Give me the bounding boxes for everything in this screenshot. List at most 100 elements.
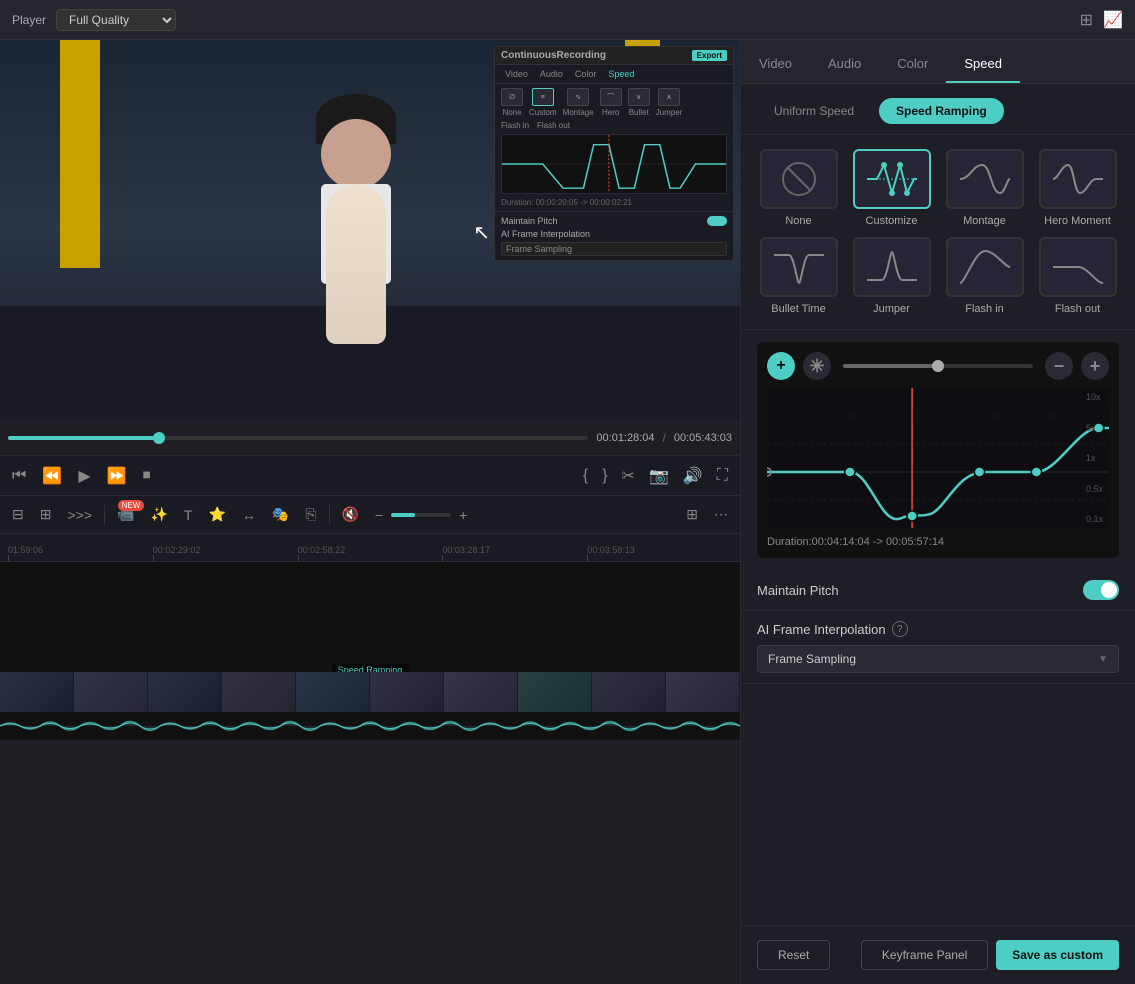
preset-flash-out[interactable]: Flash out bbox=[1036, 237, 1119, 315]
main-content: ↖ ContinuousRecording Export Video Audio… bbox=[0, 40, 1135, 984]
vol-plus-btn[interactable]: + bbox=[455, 505, 471, 525]
magnet-btn[interactable]: ⊟ bbox=[8, 504, 28, 525]
person-body bbox=[326, 184, 386, 344]
preset-montage[interactable]: Montage bbox=[943, 149, 1026, 227]
play-prev-frame-btn[interactable]: ⏪ bbox=[42, 466, 62, 486]
play-btn[interactable]: ▶ bbox=[78, 466, 90, 486]
timeline-tools: ⊟ ⊞ >>> 📹 NEW ✨ T ⭐ ↔ 🎭 ⎘ 🔇 − + bbox=[0, 496, 740, 534]
preset-icon-hero bbox=[1039, 149, 1117, 209]
tl-sep-1 bbox=[104, 505, 105, 525]
curve-duration: Duration:00:04:14:04 -> 00:05:57:14 bbox=[767, 536, 1109, 548]
mini-item-none[interactable]: ∅ None bbox=[501, 88, 523, 117]
preset-hero-moment[interactable]: Hero Moment bbox=[1036, 149, 1119, 227]
curve-area[interactable]: 10x 5x 1x 0.5x 0.1x bbox=[767, 388, 1109, 528]
volume-area: − + bbox=[371, 505, 471, 525]
zoom-out-btn[interactable]: − bbox=[1045, 352, 1073, 380]
split-btn[interactable]: ✂ bbox=[622, 466, 635, 486]
reset-button[interactable]: Reset bbox=[757, 940, 830, 970]
stop-btn[interactable]: ⏹ bbox=[143, 467, 151, 485]
curve-slider-fill bbox=[843, 364, 938, 368]
zoom-in-btn[interactable]: + bbox=[1081, 352, 1109, 380]
tab-video[interactable]: Video bbox=[741, 46, 810, 83]
track-thumb-5 bbox=[296, 672, 370, 712]
snowflake-btn[interactable]: ✳ bbox=[803, 352, 831, 380]
mini-item-bullet[interactable]: ∨ Bullet bbox=[628, 88, 650, 117]
copy-btn[interactable]: ⎘ bbox=[301, 504, 320, 525]
more-btn[interactable]: ⋯ bbox=[710, 504, 732, 525]
transition-btn[interactable]: ↔ bbox=[238, 505, 260, 525]
mark-in-btn[interactable]: { bbox=[583, 467, 588, 485]
keyframe-panel-button[interactable]: Keyframe Panel bbox=[861, 940, 988, 970]
mini-item-customize[interactable]: ≡ Custom bbox=[529, 88, 557, 117]
save-as-custom-button[interactable]: Save as custom bbox=[996, 940, 1119, 970]
mini-tab-audio[interactable]: Audio bbox=[536, 68, 567, 80]
grid-view-btn[interactable]: ⊞ bbox=[682, 504, 702, 525]
maintain-pitch-toggle[interactable] bbox=[1083, 580, 1119, 600]
person bbox=[296, 124, 416, 344]
speed-tab-ramping[interactable]: Speed Ramping bbox=[879, 98, 1004, 124]
mini-flash-items: Flash in Flash out bbox=[501, 121, 727, 130]
split-track-btn[interactable]: ⊞ bbox=[36, 504, 56, 525]
preset-icon-bullet bbox=[760, 237, 838, 297]
tab-color[interactable]: Color bbox=[879, 46, 946, 83]
info-icon[interactable]: ? bbox=[892, 621, 908, 637]
mini-export-btn[interactable]: Export bbox=[692, 50, 727, 61]
mini-tab-video[interactable]: Video bbox=[501, 68, 532, 80]
preset-none[interactable]: None bbox=[757, 149, 840, 227]
preset-customize[interactable]: Customize bbox=[850, 149, 933, 227]
mini-icon-jumper: ∧ bbox=[658, 88, 680, 106]
snapshot-btn[interactable]: 📷 bbox=[649, 466, 669, 486]
mini-frame-dropdown[interactable]: Frame Sampling bbox=[501, 242, 727, 256]
timeline-ruler: 01:59:06 00:02:29:02 00:02:58:22 00:03:2… bbox=[0, 534, 740, 562]
sticker-btn[interactable]: ⭐ bbox=[204, 504, 229, 525]
preset-bullet-time[interactable]: Bullet Time bbox=[757, 237, 840, 315]
preset-jumper[interactable]: Jumper bbox=[850, 237, 933, 315]
top-bar-icons: ⊞ 📈 bbox=[1080, 10, 1123, 30]
speed-tab-uniform[interactable]: Uniform Speed bbox=[757, 98, 871, 124]
mask-btn[interactable]: 🎭 bbox=[268, 504, 293, 525]
mini-item-hero[interactable]: ⌒ Hero bbox=[600, 88, 622, 117]
grid-icon[interactable]: ⊞ bbox=[1080, 10, 1093, 30]
tab-speed[interactable]: Speed bbox=[946, 46, 1020, 83]
mini-item-jumper[interactable]: ∧ Jumper bbox=[656, 88, 683, 117]
mini-toggle[interactable] bbox=[707, 216, 727, 226]
preset-flash-in[interactable]: Flash in bbox=[943, 237, 1026, 315]
tab-audio[interactable]: Audio bbox=[810, 46, 879, 83]
quality-select[interactable]: Full Quality Half Quality Quarter Qualit… bbox=[56, 9, 176, 31]
effects-btn[interactable]: ✨ bbox=[146, 504, 171, 525]
track-thumb-6 bbox=[370, 672, 444, 712]
left-panel: ↖ ContinuousRecording Export Video Audio… bbox=[0, 40, 740, 984]
ruler-tick-5 bbox=[587, 555, 588, 561]
play-next-frame-btn[interactable]: ⏩ bbox=[107, 466, 127, 486]
fullscreen-btn[interactable]: ⛶ bbox=[717, 467, 728, 485]
chart-icon[interactable]: 📈 bbox=[1103, 10, 1123, 30]
mark-out-btn[interactable]: } bbox=[602, 467, 607, 485]
mini-flash-in[interactable]: Flash in bbox=[501, 121, 529, 130]
mini-flash-out[interactable]: Flash out bbox=[537, 121, 570, 130]
add-keyframe-btn[interactable]: + bbox=[767, 352, 795, 380]
vol-minus-btn[interactable]: − bbox=[371, 505, 387, 525]
ruler-label-4: 00:03:28:17 bbox=[442, 545, 490, 555]
volume-slider[interactable] bbox=[391, 513, 451, 517]
total-time: 00:05:43:03 bbox=[674, 432, 732, 444]
track-thumb-7 bbox=[444, 672, 518, 712]
volume-fill bbox=[391, 513, 415, 517]
skip-back-btn[interactable]: ⏮ bbox=[12, 467, 26, 485]
text-btn[interactable]: T bbox=[180, 505, 197, 525]
mini-tab-speed[interactable]: Speed bbox=[604, 68, 638, 80]
curve-zoom-slider[interactable] bbox=[843, 364, 1033, 368]
audio-btn[interactable]: 🔊 bbox=[683, 466, 703, 486]
preset-icon-montage bbox=[946, 149, 1024, 209]
preset-label-flash-in: Flash in bbox=[965, 303, 1004, 315]
curve-toolbar: + ✳ − + bbox=[767, 352, 1109, 380]
playback-timeline[interactable] bbox=[8, 436, 588, 440]
mute-btn[interactable]: 🔇 bbox=[338, 504, 363, 525]
mini-tab-color[interactable]: Color bbox=[571, 68, 601, 80]
bottom-actions: Reset Keyframe Panel Save as custom bbox=[741, 925, 1135, 984]
track-thumb-1 bbox=[0, 672, 74, 712]
dropdown-chevron-icon: ▼ bbox=[1098, 654, 1108, 665]
new-badge: NEW bbox=[118, 500, 145, 511]
mini-item-montage[interactable]: ∿ Montage bbox=[563, 88, 594, 117]
ai-dropdown[interactable]: Frame Sampling ▼ bbox=[757, 645, 1119, 673]
fast-forward-btn[interactable]: >>> bbox=[63, 505, 96, 525]
